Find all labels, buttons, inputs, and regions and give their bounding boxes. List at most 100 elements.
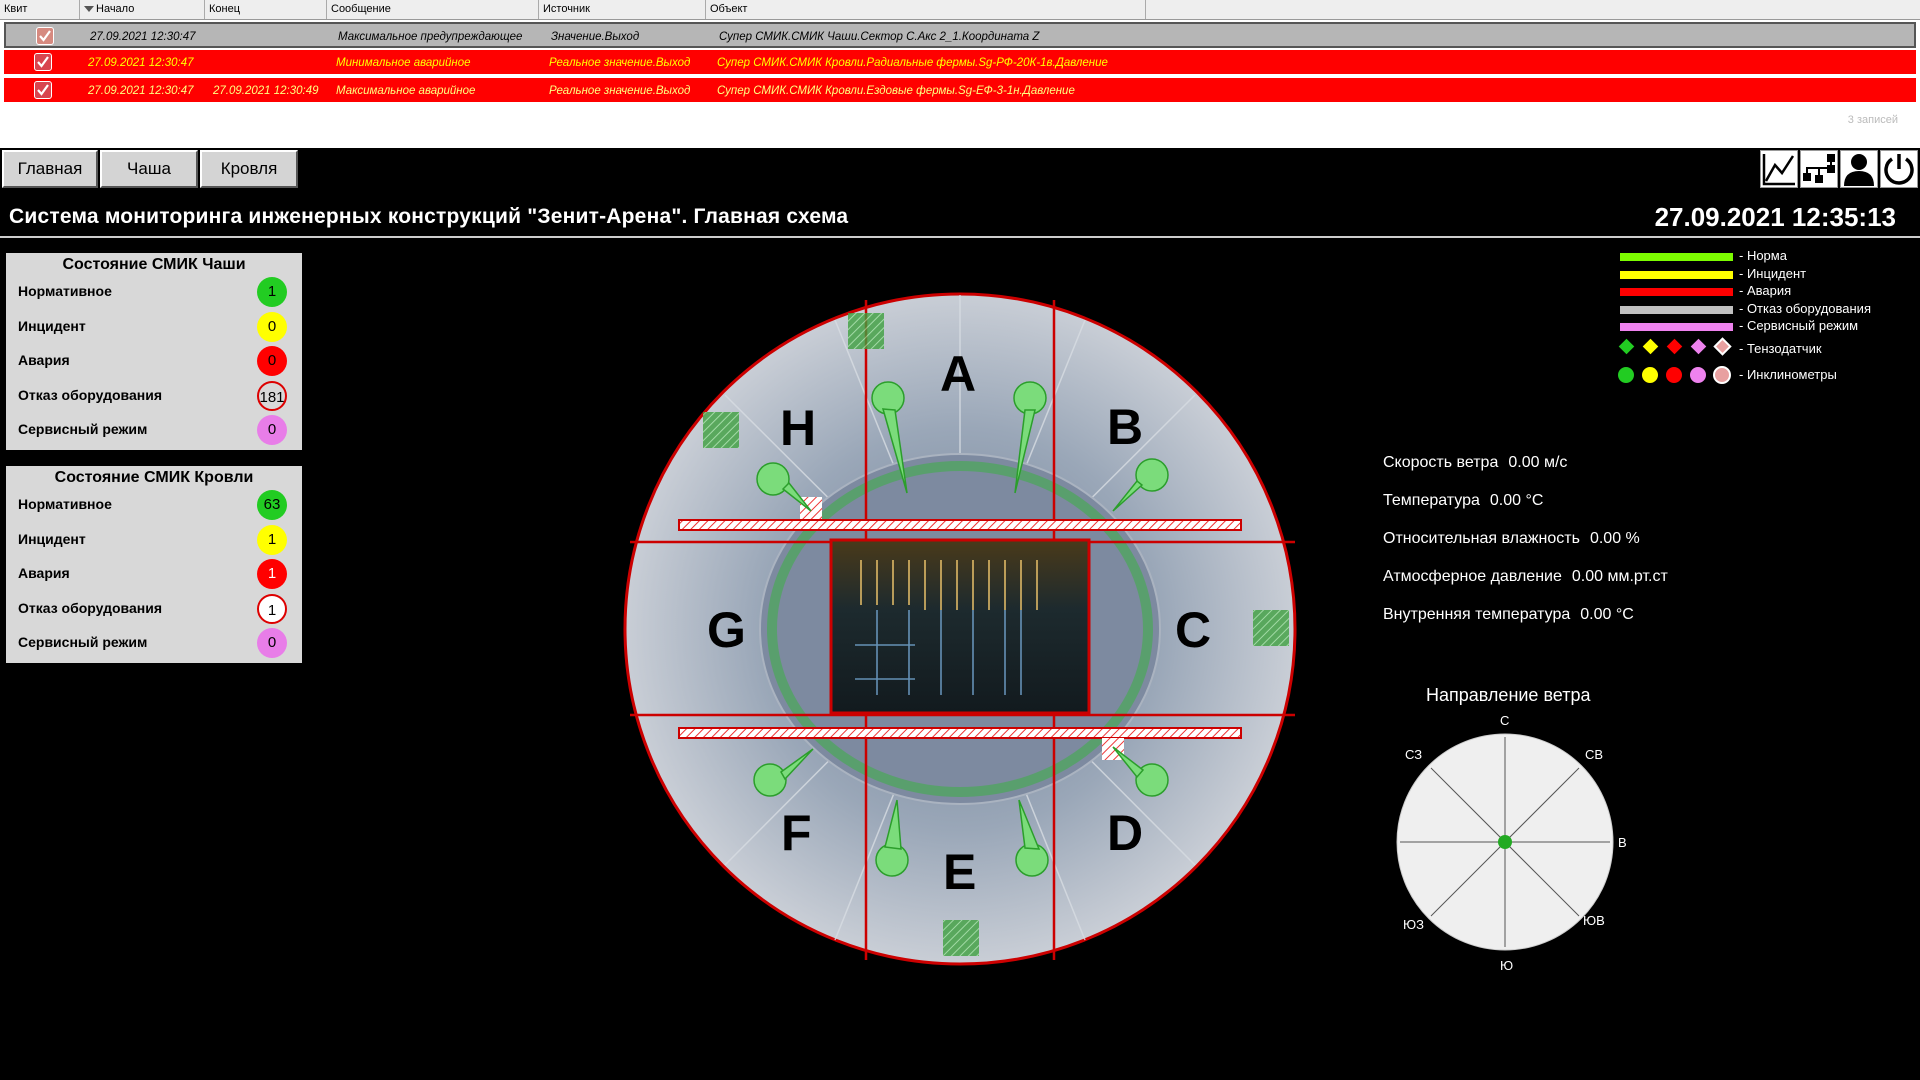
column-header-start-label: Начало	[96, 3, 135, 15]
status-row-incident: Инцидент 0	[6, 310, 302, 345]
pressure: Атмосферное давление 0.00 мм.рт.ст	[1383, 568, 1668, 586]
alarm-start: 27.09.2021 12:30:47	[90, 31, 196, 43]
strain-gauge-icons	[1618, 337, 1732, 356]
alarm-row[interactable]: 27.09.2021 12:30:47 Минимальное аварийно…	[4, 50, 1916, 76]
column-header-source[interactable]: Источник	[539, 0, 706, 19]
user-button[interactable]	[1840, 150, 1878, 188]
checkmark-icon	[39, 30, 51, 42]
sensor-box[interactable]	[848, 313, 884, 349]
wind-speed-label: Скорость ветра	[1383, 454, 1499, 471]
wind-speed-value: 0.00 м/с	[1508, 454, 1568, 471]
legend-service-label: - Сервисный режим	[1739, 318, 1859, 333]
checkmark-icon	[37, 56, 49, 68]
status-label: Сервисный режим	[18, 634, 148, 650]
status-row-service: Сервисный режим 0	[6, 413, 302, 448]
compass-se: ЮВ	[1583, 913, 1605, 928]
status-row-alarm: Авария 1	[6, 557, 302, 592]
column-header-ack[interactable]: Квит	[0, 0, 80, 19]
ack-checkbox[interactable]	[34, 81, 52, 99]
sensor-box[interactable]	[943, 920, 979, 956]
legend-service-bar	[1620, 323, 1733, 331]
legend-failure-bar	[1620, 306, 1733, 314]
network-button[interactable]	[1800, 150, 1838, 188]
roof-status-title: Состояние СМИК Кровли	[54, 469, 254, 486]
ack-checkbox[interactable]	[34, 53, 52, 71]
wind-speed: Скорость ветра 0.00 м/с	[1383, 454, 1567, 472]
column-header-object[interactable]: Объект	[706, 0, 1146, 19]
status-row-service: Сервисный режим 0	[6, 626, 302, 661]
sector-label-d[interactable]: D	[1107, 805, 1143, 861]
column-header-end[interactable]: Конец	[205, 0, 327, 19]
column-header-message[interactable]: Сообщение	[327, 0, 539, 19]
status-label: Сервисный режим	[18, 421, 148, 437]
sector-label-b[interactable]: B	[1107, 399, 1143, 455]
legend-alarm-label: - Авария	[1739, 283, 1792, 298]
inner-temp-value: 0.00 °С	[1580, 606, 1634, 623]
sector-label-c[interactable]: C	[1175, 602, 1211, 658]
status-indicator-alarm: 1	[257, 559, 287, 589]
trends-button[interactable]	[1760, 150, 1798, 188]
tab-roof[interactable]: Кровля	[200, 150, 298, 188]
page-title: Система мониторинга инженерных конструкц…	[9, 205, 849, 228]
status-indicator-normal: 1	[257, 277, 287, 307]
status-indicator-failure: 181	[257, 380, 287, 411]
trend-icon	[1762, 154, 1795, 186]
legend-alarm-bar	[1620, 288, 1733, 296]
truss-south	[678, 727, 1242, 739]
user-icon	[1844, 154, 1874, 186]
alarm-message: Максимальное аварийное	[336, 85, 476, 97]
bowl-status-title: Состояние СМИК Чаши	[62, 256, 246, 273]
alarm-panel: Квит Начало Конец Сообщение Источник Объ…	[0, 0, 1920, 148]
pressure-label: Атмосферное давление	[1383, 568, 1562, 585]
alarm-row[interactable]: 27.09.2021 12:30:47 Максимальное предупр…	[4, 22, 1916, 48]
inner-temp-label: Внутренняя температура	[1383, 606, 1571, 623]
status-indicator-normal: 63	[257, 490, 287, 520]
status-label: Авария	[18, 565, 70, 581]
wind-compass: С СВ В ЮВ Ю ЮЗ СЗ	[1396, 713, 1627, 973]
alarm-row[interactable]: 27.09.2021 12:30:47 27.09.2021 12:30:49 …	[4, 78, 1916, 104]
legend-markers	[1618, 337, 1732, 384]
legend-incident-label: - Инцидент	[1739, 266, 1807, 281]
roof-status-panel: Состояние СМИК Кровли Нормативное 63 Инци…	[6, 466, 302, 663]
compass-nw: СЗ	[1405, 747, 1422, 762]
alarm-start: 27.09.2021 12:30:47	[88, 85, 194, 97]
status-row-incident: Инцидент 1	[6, 523, 302, 558]
sector-label-h[interactable]: H	[780, 400, 816, 456]
sector-label-a[interactable]: A	[940, 346, 976, 402]
status-label: Инцидент	[18, 530, 86, 547]
inner-temperature: Внутренняя температура 0.00 °С	[1383, 606, 1634, 624]
status-indicator-failure: 1	[257, 593, 287, 624]
alarm-object: Супер СМИК.СМИК Кровли.Ездовые фермы.Sg-…	[717, 85, 1075, 97]
pressure-value: 0.00 мм.рт.ст	[1571, 568, 1668, 585]
sector-label-e[interactable]: E	[943, 844, 976, 900]
sort-desc-icon	[84, 6, 94, 13]
temperature-value: 0.00 °С	[1489, 492, 1544, 509]
alarm-start: 27.09.2021 12:30:47	[88, 57, 194, 69]
legend-norm-label: - Норма	[1739, 248, 1787, 263]
sensor-box[interactable]	[1253, 610, 1289, 646]
tab-bowl[interactable]: Чаша	[100, 150, 198, 188]
alarm-source: Значение.Выход	[551, 31, 640, 43]
status-indicator-service: 0	[257, 415, 287, 445]
status-label: Инцидент	[18, 317, 86, 334]
retractable-roof	[829, 538, 1091, 715]
column-header-start[interactable]: Начало	[80, 0, 205, 19]
alarm-message: Минимальное аварийное	[336, 57, 471, 69]
status-row-failure: Отказ оборудования 181	[6, 379, 302, 414]
power-button[interactable]	[1880, 150, 1918, 188]
checkmark-icon	[37, 84, 49, 96]
title-divider	[0, 236, 1920, 238]
sector-label-f[interactable]: F	[781, 805, 812, 861]
alarm-object: Супер СМИК.СМИК Кровли.Радиальные фермы.…	[717, 57, 1108, 69]
status-indicator-incident: 1	[257, 524, 287, 555]
sector-label-g[interactable]: G	[707, 602, 746, 658]
status-indicator-alarm: 0	[257, 346, 287, 376]
status-row-normal: Нормативное 1	[6, 275, 302, 310]
tab-main[interactable]: Главная	[2, 150, 98, 188]
humidity-label: Относительная влажность	[1383, 530, 1580, 547]
temperature: Температура 0.00 °С	[1383, 492, 1543, 510]
sensor-box[interactable]	[703, 412, 739, 448]
ack-checkbox[interactable]	[36, 27, 54, 45]
alarm-end: 27.09.2021 12:30:49	[213, 85, 319, 97]
compass-sw: ЮЗ	[1403, 917, 1424, 932]
